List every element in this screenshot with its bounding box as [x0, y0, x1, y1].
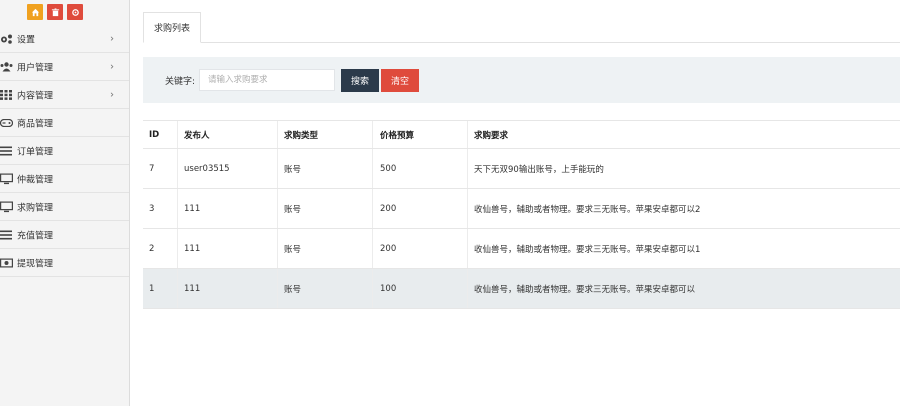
header-id: ID [149, 129, 160, 140]
tab-label: 求购列表 [154, 24, 191, 34]
table-row[interactable]: 1 111 账号 100 收仙兽号，辅助或者物理。要求三无账号。苹果安卓都可以 [143, 269, 900, 309]
header-publisher: 发布人 [184, 130, 210, 141]
home-button[interactable] [27, 4, 43, 20]
chevron-right-icon: › [110, 33, 114, 44]
refresh-icon [71, 8, 79, 16]
table-row[interactable]: 3 111 账号 200 收仙兽号，辅助或者物理。要求三无账号。苹果安卓都可以2 [143, 189, 900, 229]
top-toolbar [27, 4, 83, 20]
sidebar-item-purchase[interactable]: 求购管理 [0, 193, 129, 221]
cell-requirement: 收仙兽号，辅助或者物理。要求三无账号。苹果安卓都可以2 [474, 204, 701, 215]
gamepad-icon [0, 118, 14, 127]
monitor-icon [0, 201, 14, 212]
clear-button-label: 清空 [390, 77, 409, 87]
trash-icon [51, 7, 59, 16]
cell-requirement: 收仙兽号，辅助或者物理。要求三无账号。苹果安卓都可以1 [474, 244, 701, 255]
sidebar-item-label: 内容管理 [17, 91, 54, 101]
delete-button[interactable] [47, 4, 63, 20]
gears-icon [0, 33, 14, 44]
sidebar-item-label: 商品管理 [17, 119, 54, 129]
tab-purchase-list[interactable]: 求购列表 [143, 12, 202, 43]
sidebar-item-content[interactable]: 内容管理 › [0, 81, 129, 109]
table-header-row: ID 发布人 求购类型 价格预算 求购要求 [143, 120, 900, 149]
sidebar-item-label: 用户管理 [17, 63, 54, 73]
cell-publisher: 111 [184, 203, 201, 214]
cell-publisher: user03515 [184, 163, 230, 174]
header-type: 求购类型 [284, 130, 319, 141]
cell-type: 账号 [284, 204, 302, 215]
sidebar-item-users[interactable]: 用户管理 › [0, 53, 129, 81]
keyword-input[interactable] [199, 69, 335, 91]
tab-bar: 求购列表 [143, 12, 900, 43]
cell-id: 3 [149, 203, 155, 214]
home-icon [31, 8, 39, 16]
monitor-icon [0, 173, 14, 184]
list-icon [0, 230, 14, 239]
money-icon [0, 258, 14, 267]
sidebar-item-arbitration[interactable]: 仲裁管理 [0, 165, 129, 193]
list-icon [0, 146, 14, 155]
cell-budget: 200 [380, 243, 397, 254]
sidebar-item-withdraw[interactable]: 提现管理 [0, 249, 129, 277]
table-row[interactable]: 7 user03515 账号 500 天下无双90输出账号，上手能玩的 [143, 149, 900, 189]
sidebar-item-label: 设置 [17, 35, 36, 45]
chevron-right-icon: › [110, 61, 114, 72]
cell-requirement: 天下无双90输出账号，上手能玩的 [474, 164, 604, 175]
purchase-table: ID 发布人 求购类型 价格预算 求购要求 7 user03515 账号 500… [143, 120, 900, 309]
header-requirement: 求购要求 [474, 130, 509, 141]
search-button-label: 搜索 [350, 77, 369, 87]
sidebar-item-label: 求购管理 [17, 203, 54, 213]
table-row[interactable]: 2 111 账号 200 收仙兽号，辅助或者物理。要求三无账号。苹果安卓都可以1 [143, 229, 900, 269]
cell-publisher: 111 [184, 283, 201, 294]
header-budget: 价格预算 [380, 130, 415, 141]
cell-id: 2 [149, 243, 155, 254]
sidebar-menu: 设置 › 用户管理 › 内容管理 › 商品管理 订单管理 仲裁管理 求购管理 充… [0, 25, 129, 277]
keyword-label: 关键字: [165, 77, 196, 87]
search-button[interactable]: 搜索 [341, 69, 379, 92]
sidebar-item-products[interactable]: 商品管理 [0, 109, 129, 137]
grid-icon [0, 89, 14, 100]
cell-budget: 100 [380, 283, 397, 294]
clear-button[interactable]: 清空 [381, 69, 419, 92]
sidebar-item-label: 充值管理 [17, 231, 54, 241]
cell-type: 账号 [284, 164, 302, 175]
sidebar-item-orders[interactable]: 订单管理 [0, 137, 129, 165]
sidebar-item-label: 仲裁管理 [17, 175, 54, 185]
cell-type: 账号 [284, 244, 302, 255]
cell-id: 7 [149, 163, 155, 174]
cell-budget: 500 [380, 163, 397, 174]
search-bar: 关键字: 搜索 清空 [143, 57, 900, 103]
cell-type: 账号 [284, 284, 302, 295]
refresh-button[interactable] [67, 4, 83, 20]
chevron-right-icon: › [110, 89, 114, 100]
users-icon [0, 61, 14, 72]
sidebar: 设置 › 用户管理 › 内容管理 › 商品管理 订单管理 仲裁管理 求购管理 充… [0, 0, 130, 406]
cell-requirement: 收仙兽号，辅助或者物理。要求三无账号。苹果安卓都可以 [474, 284, 696, 295]
cell-id: 1 [149, 283, 155, 294]
cell-publisher: 111 [184, 243, 201, 254]
sidebar-item-recharge[interactable]: 充值管理 [0, 221, 129, 249]
cell-budget: 200 [380, 203, 397, 214]
sidebar-item-label: 订单管理 [17, 147, 54, 157]
main-content: 求购列表 关键字: 搜索 清空 ID 发布人 求购类型 价格预算 求购要求 7 … [129, 0, 900, 406]
sidebar-item-settings[interactable]: 设置 › [0, 25, 129, 53]
sidebar-item-label: 提现管理 [17, 259, 54, 269]
